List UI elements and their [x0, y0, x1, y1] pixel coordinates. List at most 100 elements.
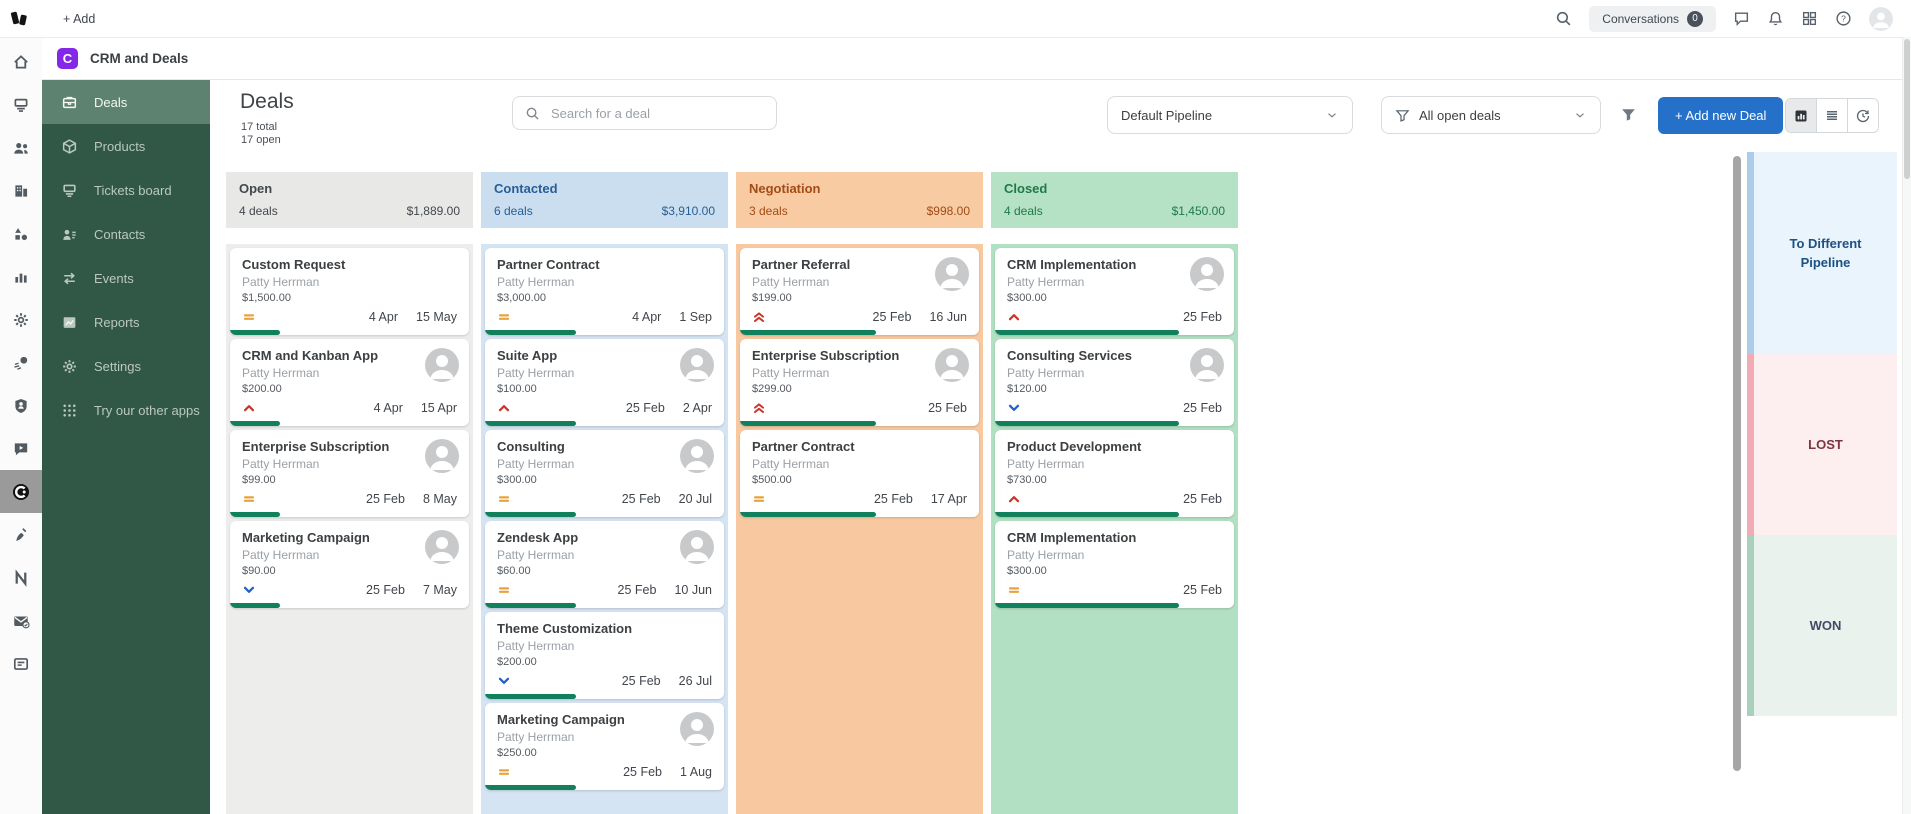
deal-card-enterprise-subscription[interactable]: Enterprise Subscription Patty Herrman $299…: [740, 339, 979, 426]
deal-start-date: 25 Feb: [366, 492, 405, 506]
rail-broom[interactable]: [0, 513, 42, 556]
rail-letter-n[interactable]: [0, 556, 42, 599]
rail-people[interactable]: [0, 126, 42, 169]
rail-gear[interactable]: [0, 298, 42, 341]
deals-filter-value: All open deals: [1419, 107, 1501, 123]
dropzone-lost[interactable]: LOST: [1747, 354, 1897, 535]
bell-icon[interactable]: [1767, 10, 1784, 27]
rail-kanban-card[interactable]: [0, 642, 42, 685]
rail-bar-chart[interactable]: [0, 255, 42, 298]
conversations-count-badge: 0: [1687, 10, 1703, 27]
deal-card-theme-customization[interactable]: Theme Customization Patty Herrman $200.00 2…: [485, 612, 724, 699]
deal-start-date: 25 Feb: [873, 492, 913, 506]
kanban-view-toggle[interactable]: [1786, 99, 1816, 132]
deal-card-zendesk-app[interactable]: Zendesk App Patty Herrman $60.00 25 Feb 10 J…: [485, 521, 724, 608]
deal-start-date: 25 Feb: [1183, 583, 1222, 597]
sidebar-item-settings[interactable]: Settings: [42, 344, 210, 388]
rail-mail-check[interactable]: [0, 599, 42, 642]
priority-medium-icon: [497, 310, 511, 324]
deal-card-suite-app[interactable]: Suite App Patty Herrman $100.00 25 Feb 2 Apr: [485, 339, 724, 426]
activity-view-toggle[interactable]: [1847, 99, 1878, 132]
rail-shapes[interactable]: [0, 212, 42, 255]
filter-funnel-icon[interactable]: [1620, 106, 1637, 123]
deal-card-consulting[interactable]: Consulting Patty Herrman $300.00 25 Feb 20 J…: [485, 430, 724, 517]
search-icon[interactable]: [1555, 10, 1572, 27]
chat-play-icon: [12, 440, 30, 458]
column-deal-count: 6 deals: [494, 204, 533, 218]
dropzone-to-different-pipeline[interactable]: To Different Pipeline: [1747, 152, 1897, 354]
list-view-toggle[interactable]: [1816, 99, 1847, 132]
rail-comet[interactable]: [0, 341, 42, 384]
sidebar-item-tickets-board[interactable]: Tickets board: [42, 168, 210, 212]
column-deal-count: 3 deals: [749, 204, 788, 218]
deal-end-date: 26 Jul: [678, 674, 712, 688]
stage-progress-bar: [485, 512, 576, 517]
user-avatar[interactable]: [1869, 6, 1893, 31]
deal-dates: 25 Feb: [1183, 583, 1222, 597]
deal-card-custom-request[interactable]: Custom Request Patty Herrman $1,500.00 4 Ap…: [230, 248, 469, 335]
home-icon: [12, 53, 30, 71]
global-add-button[interactable]: + Add: [57, 8, 101, 30]
deal-card-crm-implementation[interactable]: CRM Implementation Patty Herrman $300.00 25…: [995, 248, 1234, 335]
deal-card-consulting-services[interactable]: Consulting Services Patty Herrman $120.00 2…: [995, 339, 1234, 426]
rail-chat-play[interactable]: [0, 427, 42, 470]
deal-start-date: 25 Feb: [366, 583, 405, 597]
help-icon[interactable]: ?: [1835, 10, 1852, 27]
sidebar-item-label: Try our other apps: [94, 402, 200, 418]
apps-grid-icon[interactable]: [1801, 10, 1818, 27]
rail-crm-app[interactable]: [0, 470, 42, 513]
chat-icon[interactable]: [1733, 10, 1750, 27]
add-new-deal-button[interactable]: + Add new Deal: [1658, 97, 1784, 134]
deal-card-product-development[interactable]: Product Development Patty Herrman $730.00 2…: [995, 430, 1234, 517]
rail-building[interactable]: [0, 169, 42, 212]
pipeline-select[interactable]: Default Pipeline: [1107, 96, 1353, 134]
stage-progress-bar: [995, 603, 1180, 608]
sidebar-item-products[interactable]: Products: [42, 124, 210, 168]
priority-low-icon: [497, 674, 511, 688]
sidebar-item-reports[interactable]: Reports: [42, 300, 210, 344]
deals-filter-select[interactable]: All open deals: [1381, 96, 1601, 134]
conversations-button[interactable]: Conversations 0: [1589, 5, 1716, 32]
board-scrollbar-thumb[interactable]: [1733, 156, 1741, 771]
deal-start-date: 4 Apr: [632, 310, 662, 324]
sidebar-item-events[interactable]: Events: [42, 256, 210, 300]
deal-card-partner-referral[interactable]: Partner Referral Patty Herrman $199.00 25 F…: [740, 248, 979, 335]
sidebar-item-contacts[interactable]: Contacts: [42, 212, 210, 256]
sidebar-item-deals[interactable]: Deals: [42, 80, 210, 124]
stage-progress-bar: [485, 603, 576, 608]
stage-progress-bar: [485, 785, 576, 790]
window-scrollbar[interactable]: [1902, 37, 1911, 814]
rail-home[interactable]: [0, 40, 42, 83]
contact-avatar: [680, 530, 714, 564]
window-scrollbar-thumb[interactable]: [1904, 39, 1910, 179]
rail-shield-user[interactable]: [0, 384, 42, 427]
dropzone-won[interactable]: WON: [1747, 535, 1897, 716]
dots9-icon: [61, 402, 78, 419]
deal-card-enterprise-subscription[interactable]: Enterprise Subscription Patty Herrman $99.…: [230, 430, 469, 517]
priority-medium-icon: [497, 583, 511, 597]
rail-ticket-stack[interactable]: [0, 83, 42, 126]
column-closed: Closed 4 deals $1,450.00 CRM Implementation…: [991, 172, 1238, 814]
deal-amount: $99.00: [242, 474, 276, 486]
deal-card-crm-implementation[interactable]: CRM Implementation Patty Herrman $300.00 25…: [995, 521, 1234, 608]
sidebar-item-try-our-other-apps[interactable]: Try our other apps: [42, 388, 210, 432]
sidebar-item-label: Settings: [94, 358, 141, 374]
contact-avatar: [680, 712, 714, 746]
deal-meta: 4 Apr 15 Apr: [242, 401, 457, 415]
column-sum: $1,889.00: [406, 204, 460, 218]
deal-start-date: 4 Apr: [373, 401, 403, 415]
deal-card-partner-contract[interactable]: Partner Contract Patty Herrman $3,000.00 4 …: [485, 248, 724, 335]
deal-card-marketing-campaign[interactable]: Marketing Campaign Patty Herrman $250.00 25…: [485, 703, 724, 790]
stage-progress-bar: [740, 330, 877, 335]
deal-end-date: 10 Jun: [674, 583, 712, 597]
sidebar-item-label: Tickets board: [94, 182, 172, 198]
deal-card-crm-and-kanban-app[interactable]: CRM and Kanban App Patty Herrman $200.00 4 …: [230, 339, 469, 426]
deal-card-marketing-campaign[interactable]: Marketing Campaign Patty Herrman $90.00 25 …: [230, 521, 469, 608]
deal-dates: 25 Feb 1 Aug: [623, 765, 712, 779]
stage-progress-bar: [485, 330, 576, 335]
deal-title: Partner Contract: [752, 439, 855, 454]
deal-search-input[interactable]: [549, 104, 764, 122]
board-scrollbar[interactable]: [1733, 148, 1741, 810]
deal-dates: 25 Feb 7 May: [366, 583, 457, 597]
deal-card-partner-contract[interactable]: Partner Contract Patty Herrman $500.00 25 F…: [740, 430, 979, 517]
